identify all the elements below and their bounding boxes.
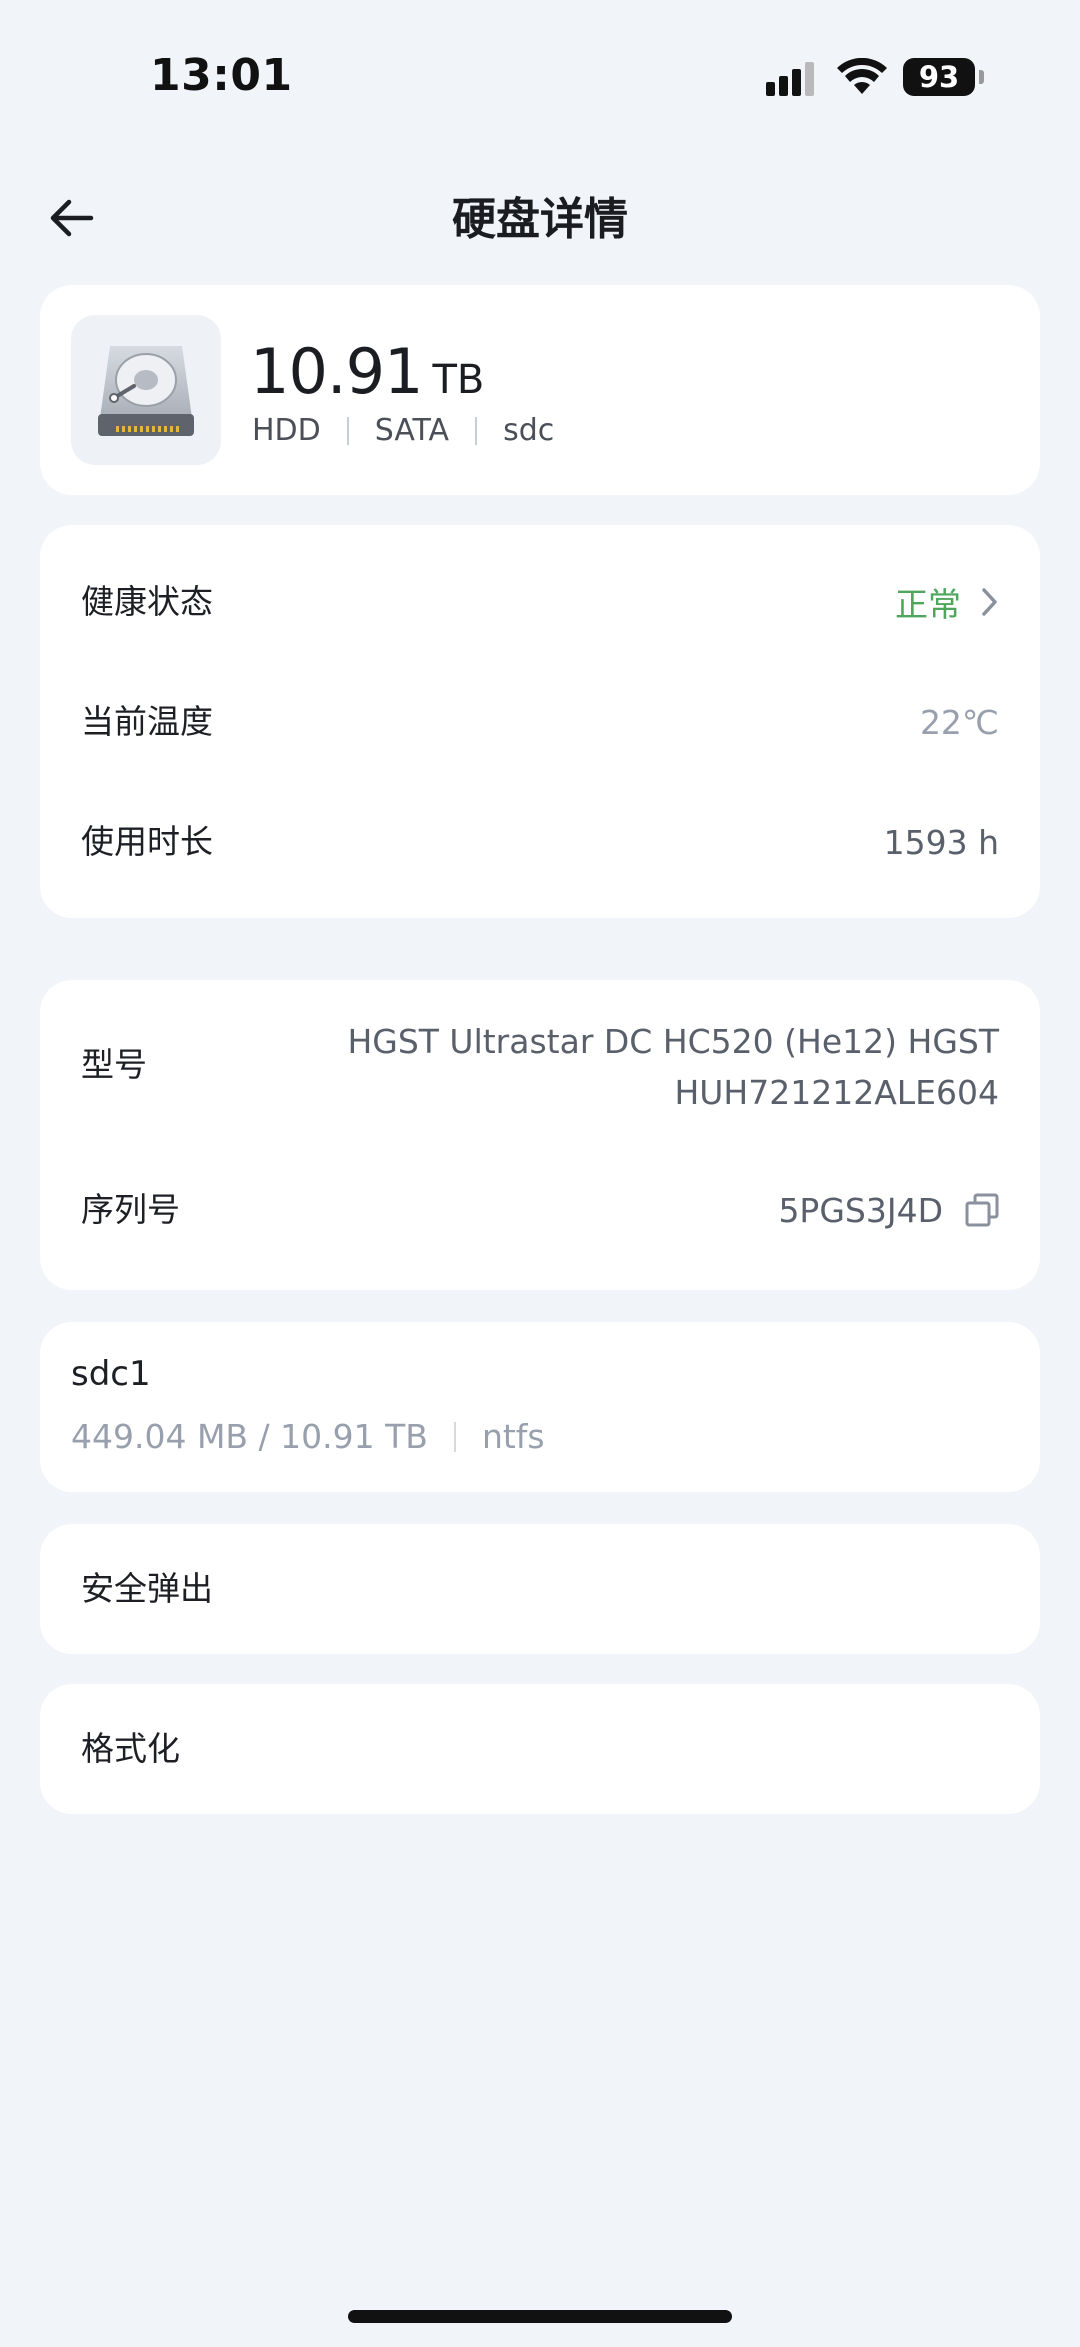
battery-icon: 93	[903, 58, 984, 96]
disk-device: sdc	[503, 413, 555, 448]
disk-interface: SATA	[374, 413, 450, 448]
model-value-line2: HUH721212ALE604	[674, 1073, 999, 1112]
partition-name: sdc1	[71, 1354, 151, 1394]
battery-level: 93	[918, 60, 960, 94]
model-label: 型号	[81, 1045, 147, 1084]
disk-capacity: 10.91 TB	[250, 335, 484, 408]
safe-eject-label: 安全弹出	[81, 1569, 213, 1608]
disk-capacity-value: 10.91	[250, 335, 423, 408]
serial-value-wrap: 5PGS3J4D	[778, 1145, 999, 1275]
temperature-row: 当前温度 22℃	[40, 662, 1040, 782]
nav-bar: 硬盘详情	[0, 170, 1080, 270]
arrow-left-icon	[50, 199, 94, 237]
temperature-value: 22℃	[919, 702, 999, 742]
partition-card[interactable]: sdc1 449.04 MB / 10.91 TB ntfs	[40, 1322, 1040, 1492]
model-value-line1: HGST Ultrastar DC HC520 (He12) HGST	[347, 1022, 999, 1061]
wifi-icon	[837, 58, 887, 94]
format-label: 格式化	[81, 1729, 180, 1768]
health-row[interactable]: 健康状态 正常	[40, 542, 1040, 662]
divider	[346, 416, 349, 445]
disk-meta: HDD SATA sdc	[252, 413, 554, 448]
partition-meta: 449.04 MB / 10.91 TB ntfs	[71, 1417, 545, 1456]
health-status: 正常	[895, 585, 961, 624]
chevron-right-icon	[981, 587, 999, 617]
home-indicator[interactable]	[348, 2310, 732, 2323]
disk-icon-container	[71, 315, 221, 465]
uptime-value: 1593 h	[883, 822, 999, 862]
model-value: HGST Ultrastar DC HC520 (He12) HGST HUH7…	[259, 1016, 999, 1118]
copy-icon[interactable]	[965, 1193, 999, 1227]
disk-model-card: 型号 HGST Ultrastar DC HC520 (He12) HGST H…	[40, 980, 1040, 1290]
hard-disk-icon	[98, 346, 194, 436]
disk-capacity-unit: TB	[432, 357, 485, 403]
uptime-label: 使用时长	[81, 822, 213, 861]
page-title: 硬盘详情	[452, 194, 628, 245]
disk-type: HDD	[252, 413, 321, 448]
serial-row: 序列号 5PGS3J4D	[40, 1145, 1040, 1275]
format-button[interactable]: 格式化	[40, 1684, 1040, 1814]
disk-info-card: 健康状态 正常 当前温度 22℃ 使用时长 1593 h	[40, 525, 1040, 918]
health-value-wrap: 正常	[895, 542, 999, 662]
status-time: 13:01	[150, 50, 293, 101]
partition-filesystem: ntfs	[481, 1417, 545, 1456]
disk-summary-card: 10.91 TB HDD SATA sdc	[40, 285, 1040, 495]
serial-label: 序列号	[81, 1190, 180, 1229]
divider	[453, 1421, 456, 1452]
temperature-label: 当前温度	[81, 702, 213, 741]
divider	[475, 416, 478, 445]
back-button[interactable]	[40, 186, 104, 250]
health-label: 健康状态	[81, 582, 213, 621]
safe-eject-button[interactable]: 安全弹出	[40, 1524, 1040, 1654]
serial-value: 5PGS3J4D	[778, 1190, 943, 1230]
signal-icon	[766, 62, 814, 96]
status-bar: 13:01 93	[0, 0, 1080, 150]
partition-usage: 449.04 MB / 10.91 TB	[71, 1417, 428, 1456]
uptime-row: 使用时长 1593 h	[40, 782, 1040, 902]
